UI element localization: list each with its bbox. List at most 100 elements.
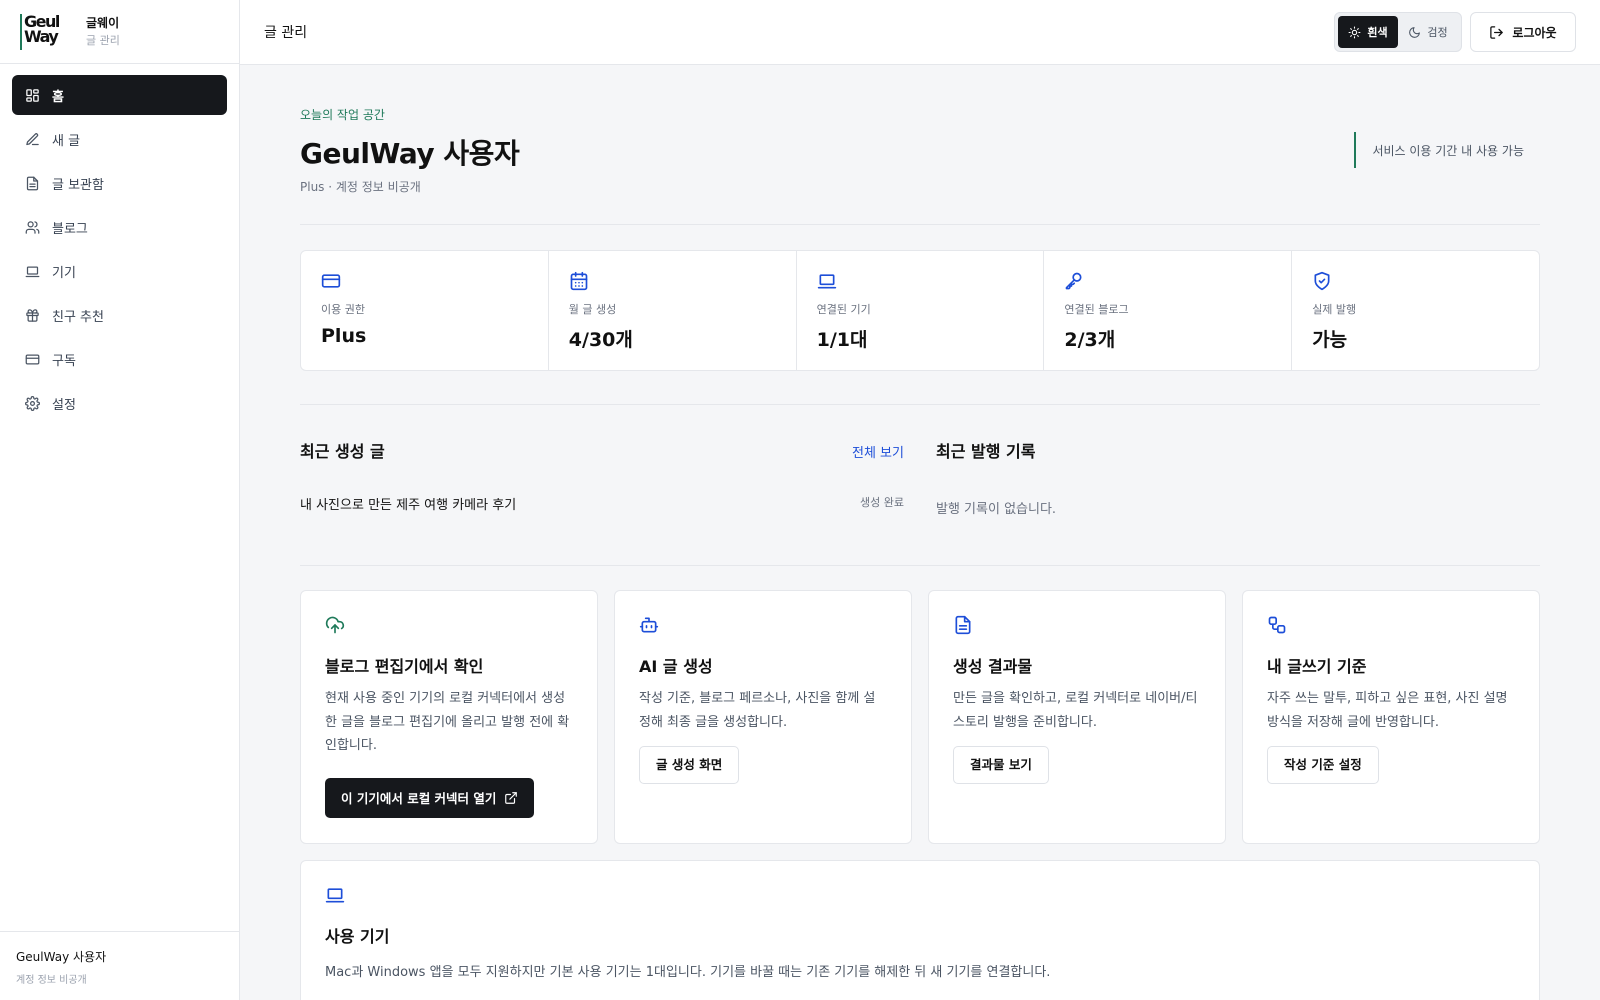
sidebar-item-referral[interactable]: 친구 추천: [12, 295, 227, 335]
robot-icon: [639, 617, 659, 633]
sidebar-item-label: 구독: [52, 353, 76, 369]
topbar: 글 관리 흰색 검정 로그아웃: [240, 0, 1600, 65]
device-description: Mac과 Windows 앱을 모두 지원하지만 기본 사용 기기는 1대입니다…: [325, 965, 1051, 980]
sidebar-item-label: 글 보관함: [52, 177, 104, 193]
stat-plan: 이용 권한 Plus: [301, 251, 549, 370]
stat-value: 가능: [1312, 329, 1348, 351]
logout-button[interactable]: 로그아웃: [1470, 12, 1576, 52]
stat-connected-devices: 연결된 기기 1/1대: [797, 251, 1045, 370]
sidebar-item-devices[interactable]: 기기: [12, 251, 227, 291]
laptop-icon: [817, 274, 836, 289]
sidebar-nav: 홈 새 글 글 보관함 블로그 기기 친구 추천 구독 설정: [0, 64, 239, 438]
theme-dark-button[interactable]: 검정: [1398, 16, 1458, 48]
stat-label: 월 글 생성: [568, 303, 617, 316]
workflow-icon: [1268, 616, 1286, 634]
logo-line-2: Way: [24, 26, 59, 46]
divider: [300, 404, 1540, 405]
laptop-icon: [25, 266, 40, 277]
calendar-icon: [570, 271, 588, 291]
sidebar-item-home[interactable]: 홈: [12, 75, 227, 115]
sidebar: Geul Way 글웨이 글 관리 홈 새 글 글 보관함 블로그 기기 친구 …: [0, 0, 240, 1000]
status-badge: 생성 완료: [860, 496, 904, 509]
card-description: 만든 글을 확인하고, 로컬 커넥터로 네이버/티스토리 발행을 준비합니다.: [953, 691, 1198, 730]
credit-card-icon: [25, 354, 40, 364]
theme-toggle: 흰색 검정: [1334, 12, 1462, 52]
stat-value: 4/30개: [568, 329, 633, 351]
hero-title: GeulWay 사용자: [300, 137, 520, 170]
key-icon: [1066, 272, 1082, 290]
gear-icon: [25, 395, 40, 411]
sidebar-item-label: 블로그: [52, 221, 88, 237]
stat-connected-blogs: 연결된 블로그 2/3개: [1044, 251, 1293, 370]
device-title: 사용 기기: [325, 927, 390, 946]
action-cards: 블로그 편집기에서 확인 현재 사용 중인 기기의 로컬 커넥터에서 생성한 글…: [300, 590, 1540, 844]
sidebar-user-name: GeulWay 사용자: [16, 950, 107, 964]
external-link-icon: [505, 791, 518, 804]
card-description: 작성 기준, 블로그 페르소나, 사진을 함께 설정해 최종 글을 생성합니다.: [639, 691, 876, 730]
sidebar-item-blog[interactable]: 블로그: [12, 207, 227, 247]
card-description: 현재 사용 중인 기기의 로컬 커넥터에서 생성한 글을 블로그 편집기에 올리…: [325, 691, 570, 753]
stat-publishing: 실제 발행 가능: [1292, 251, 1539, 370]
divider: [300, 565, 1540, 566]
stat-label: 연결된 블로그: [1064, 303, 1129, 316]
hero-eyebrow: 오늘의 작업 공간: [300, 108, 385, 122]
card-writing-standards: 내 글쓰기 기준 자주 쓰는 말투, 피하고 싶은 표현, 사진 설명 방식을 …: [1242, 590, 1540, 844]
stat-monthly-generation: 월 글 생성 4/30개: [549, 251, 797, 370]
card-results: 생성 결과물 만든 글을 확인하고, 로컬 커넥터로 네이버/티스토리 발행을 …: [928, 590, 1226, 844]
sidebar-item-label: 설정: [52, 397, 76, 413]
gift-icon: [26, 308, 39, 322]
sidebar-item-subscription[interactable]: 구독: [12, 339, 227, 379]
card-title: 내 글쓰기 기준: [1267, 657, 1367, 676]
recent-posts-title: 최근 생성 글: [300, 442, 385, 461]
brand-sub: 글 관리: [86, 33, 120, 47]
publish-empty-note: 발행 기록이 없습니다.: [936, 502, 1057, 517]
brand-name: 글웨이: [86, 15, 120, 30]
divider: [300, 224, 1540, 225]
laptop-icon: [325, 888, 345, 903]
sidebar-item-label: 새 글: [52, 133, 81, 149]
recent-post-title: 내 사진으로 만든 제주 여행 카메라 후기: [300, 498, 517, 513]
shield-check-icon: [1314, 271, 1330, 291]
page-title: 글 관리: [264, 25, 308, 41]
list-item[interactable]: 내 사진으로 만든 제주 여행 카메라 후기 생성 완료: [300, 494, 904, 513]
theme-light-button[interactable]: 흰색: [1338, 16, 1398, 48]
button-label: 이 기기에서 로컬 커넥터 열기: [341, 791, 497, 806]
cloud-upload-icon: [325, 616, 345, 634]
set-standards-button[interactable]: 작성 기준 설정: [1267, 746, 1379, 784]
pencil-icon: [26, 132, 39, 145]
recent-publish-title: 최근 발행 기록: [936, 442, 1036, 461]
hero-subtitle: Plus · 계정 정보 비공개: [300, 180, 421, 194]
credit-card-icon: [321, 274, 341, 288]
stat-label: 실제 발행: [1312, 303, 1357, 316]
logo: Geul Way: [20, 13, 74, 50]
card-title: 블로그 편집기에서 확인: [325, 657, 484, 676]
sidebar-item-settings[interactable]: 설정: [12, 383, 227, 423]
sun-icon: [1348, 26, 1361, 38]
hero-note: 서비스 이용 기간 내 사용 가능: [1354, 132, 1524, 168]
sidebar-item-new-post[interactable]: 새 글: [12, 119, 227, 159]
logout-icon: [1490, 25, 1504, 39]
stat-value: 2/3개: [1064, 329, 1116, 351]
users-icon: [25, 220, 40, 234]
theme-dark-label: 검정: [1427, 26, 1448, 39]
open-local-connector-button[interactable]: 이 기기에서 로컬 커넥터 열기: [325, 777, 535, 818]
open-generator-button[interactable]: 글 생성 화면: [639, 746, 740, 784]
stat-value: 1/1대: [816, 329, 868, 351]
document-icon: [955, 615, 971, 635]
brand[interactable]: Geul Way 글웨이 글 관리: [0, 0, 239, 64]
sidebar-user: GeulWay 사용자 계정 정보 비공개: [0, 931, 239, 1000]
device-panel: 사용 기기 Mac과 Windows 앱을 모두 지원하지만 기본 사용 기기는…: [300, 860, 1540, 1000]
stats-panel: 이용 권한 Plus 월 글 생성 4/30개 연결된 기기 1/1대 연결된 …: [300, 250, 1540, 371]
card-title: AI 글 생성: [639, 657, 713, 676]
card-description: 자주 쓰는 말투, 피하고 싶은 표현, 사진 설명 방식을 저장해 글에 반영…: [1267, 691, 1508, 730]
dashboard-icon: [26, 88, 39, 102]
view-results-button[interactable]: 결과물 보기: [953, 746, 1049, 784]
moon-icon: [1409, 26, 1421, 38]
logout-label: 로그아웃: [1512, 25, 1557, 40]
card-blog-editor: 블로그 편집기에서 확인 현재 사용 중인 기기의 로컬 커넥터에서 생성한 글…: [300, 590, 598, 844]
sidebar-item-label: 친구 추천: [52, 309, 104, 325]
document-icon: [26, 176, 39, 190]
stat-label: 이용 권한: [321, 303, 365, 316]
see-all-link[interactable]: 전체 보기: [852, 442, 904, 461]
sidebar-item-archive[interactable]: 글 보관함: [12, 163, 227, 203]
